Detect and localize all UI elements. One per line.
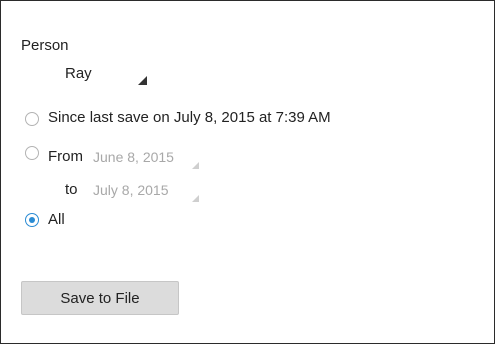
from-date-corner-icon	[192, 162, 199, 169]
from-date-field[interactable]: June 8, 2015	[93, 145, 199, 169]
to-date-field[interactable]: July 8, 2015	[93, 178, 199, 202]
to-date-corner-icon	[192, 195, 199, 202]
from-date-value: June 8, 2015	[93, 149, 174, 165]
all-label[interactable]: All	[48, 211, 65, 228]
to-label: to	[65, 181, 78, 198]
save-to-file-button[interactable]: Save to File	[21, 281, 179, 315]
from-label: From	[48, 148, 83, 165]
to-date-value: July 8, 2015	[93, 182, 169, 198]
since-last-save-label[interactable]: Since last save on July 8, 2015 at 7:39 …	[48, 109, 331, 126]
person-spinner-value: Ray	[65, 65, 92, 82]
dialog-panel: Person Ray Since last save on July 8, 20…	[0, 0, 495, 344]
person-spinner[interactable]: Ray	[31, 59, 147, 85]
radio-date-range[interactable]	[25, 146, 39, 160]
radio-all[interactable]	[25, 213, 39, 227]
radio-since-last-save[interactable]	[25, 112, 39, 126]
spinner-corner-icon	[138, 76, 147, 85]
person-label: Person	[21, 37, 69, 54]
